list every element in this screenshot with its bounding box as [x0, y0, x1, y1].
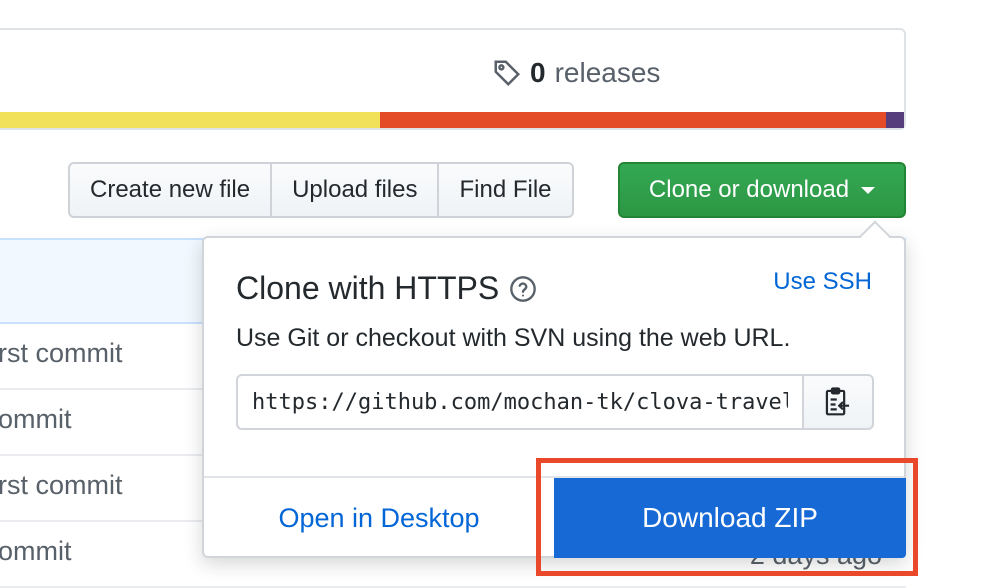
language-bar-segment[interactable] — [379, 112, 886, 128]
clone-https-heading: Clone with HTTPS — [236, 270, 500, 306]
caret-down-icon — [861, 186, 876, 194]
commit-message[interactable]: ommit — [0, 536, 72, 567]
releases-label: releases — [554, 57, 661, 88]
copy-url-button[interactable] — [802, 374, 874, 430]
popover-notch — [859, 220, 891, 252]
download-zip-button[interactable]: Download ZIP — [554, 478, 906, 558]
clone-or-download-label: Clone or download — [648, 176, 850, 203]
open-in-desktop-button[interactable]: Open in Desktop — [204, 478, 554, 558]
tag-icon — [494, 60, 521, 87]
upload-files-button[interactable]: Upload files — [272, 164, 440, 216]
commit-message[interactable]: ommit — [0, 404, 72, 435]
create-new-file-button[interactable]: Create new file — [70, 164, 273, 216]
releases-link[interactable]: 0 releases — [492, 54, 660, 92]
clone-or-download-button[interactable]: Clone or download — [618, 162, 906, 218]
clone-popover: Clone with HTTPS Use SSH Use Git or chec… — [202, 220, 906, 558]
find-file-button[interactable]: Find File — [439, 164, 571, 216]
popover-title: Clone with HTTPS — [236, 270, 537, 307]
clone-url-row — [236, 374, 874, 430]
commit-message[interactable]: rst commit — [0, 338, 123, 369]
commit-message[interactable]: rst commit — [0, 470, 123, 501]
language-bar[interactable] — [0, 112, 904, 128]
clone-description: Use Git or checkout with SVN using the w… — [236, 324, 791, 352]
clipboard-icon — [825, 387, 850, 416]
clone-url-input[interactable] — [236, 374, 802, 430]
language-bar-segment[interactable] — [885, 112, 904, 128]
question-circle-icon[interactable] — [509, 275, 537, 303]
releases-count: 0 — [530, 57, 546, 88]
language-bar-segment[interactable] — [0, 112, 380, 128]
use-ssh-link[interactable]: Use SSH — [773, 268, 872, 296]
file-actions-group: Create new file Upload files Find File — [68, 162, 574, 218]
